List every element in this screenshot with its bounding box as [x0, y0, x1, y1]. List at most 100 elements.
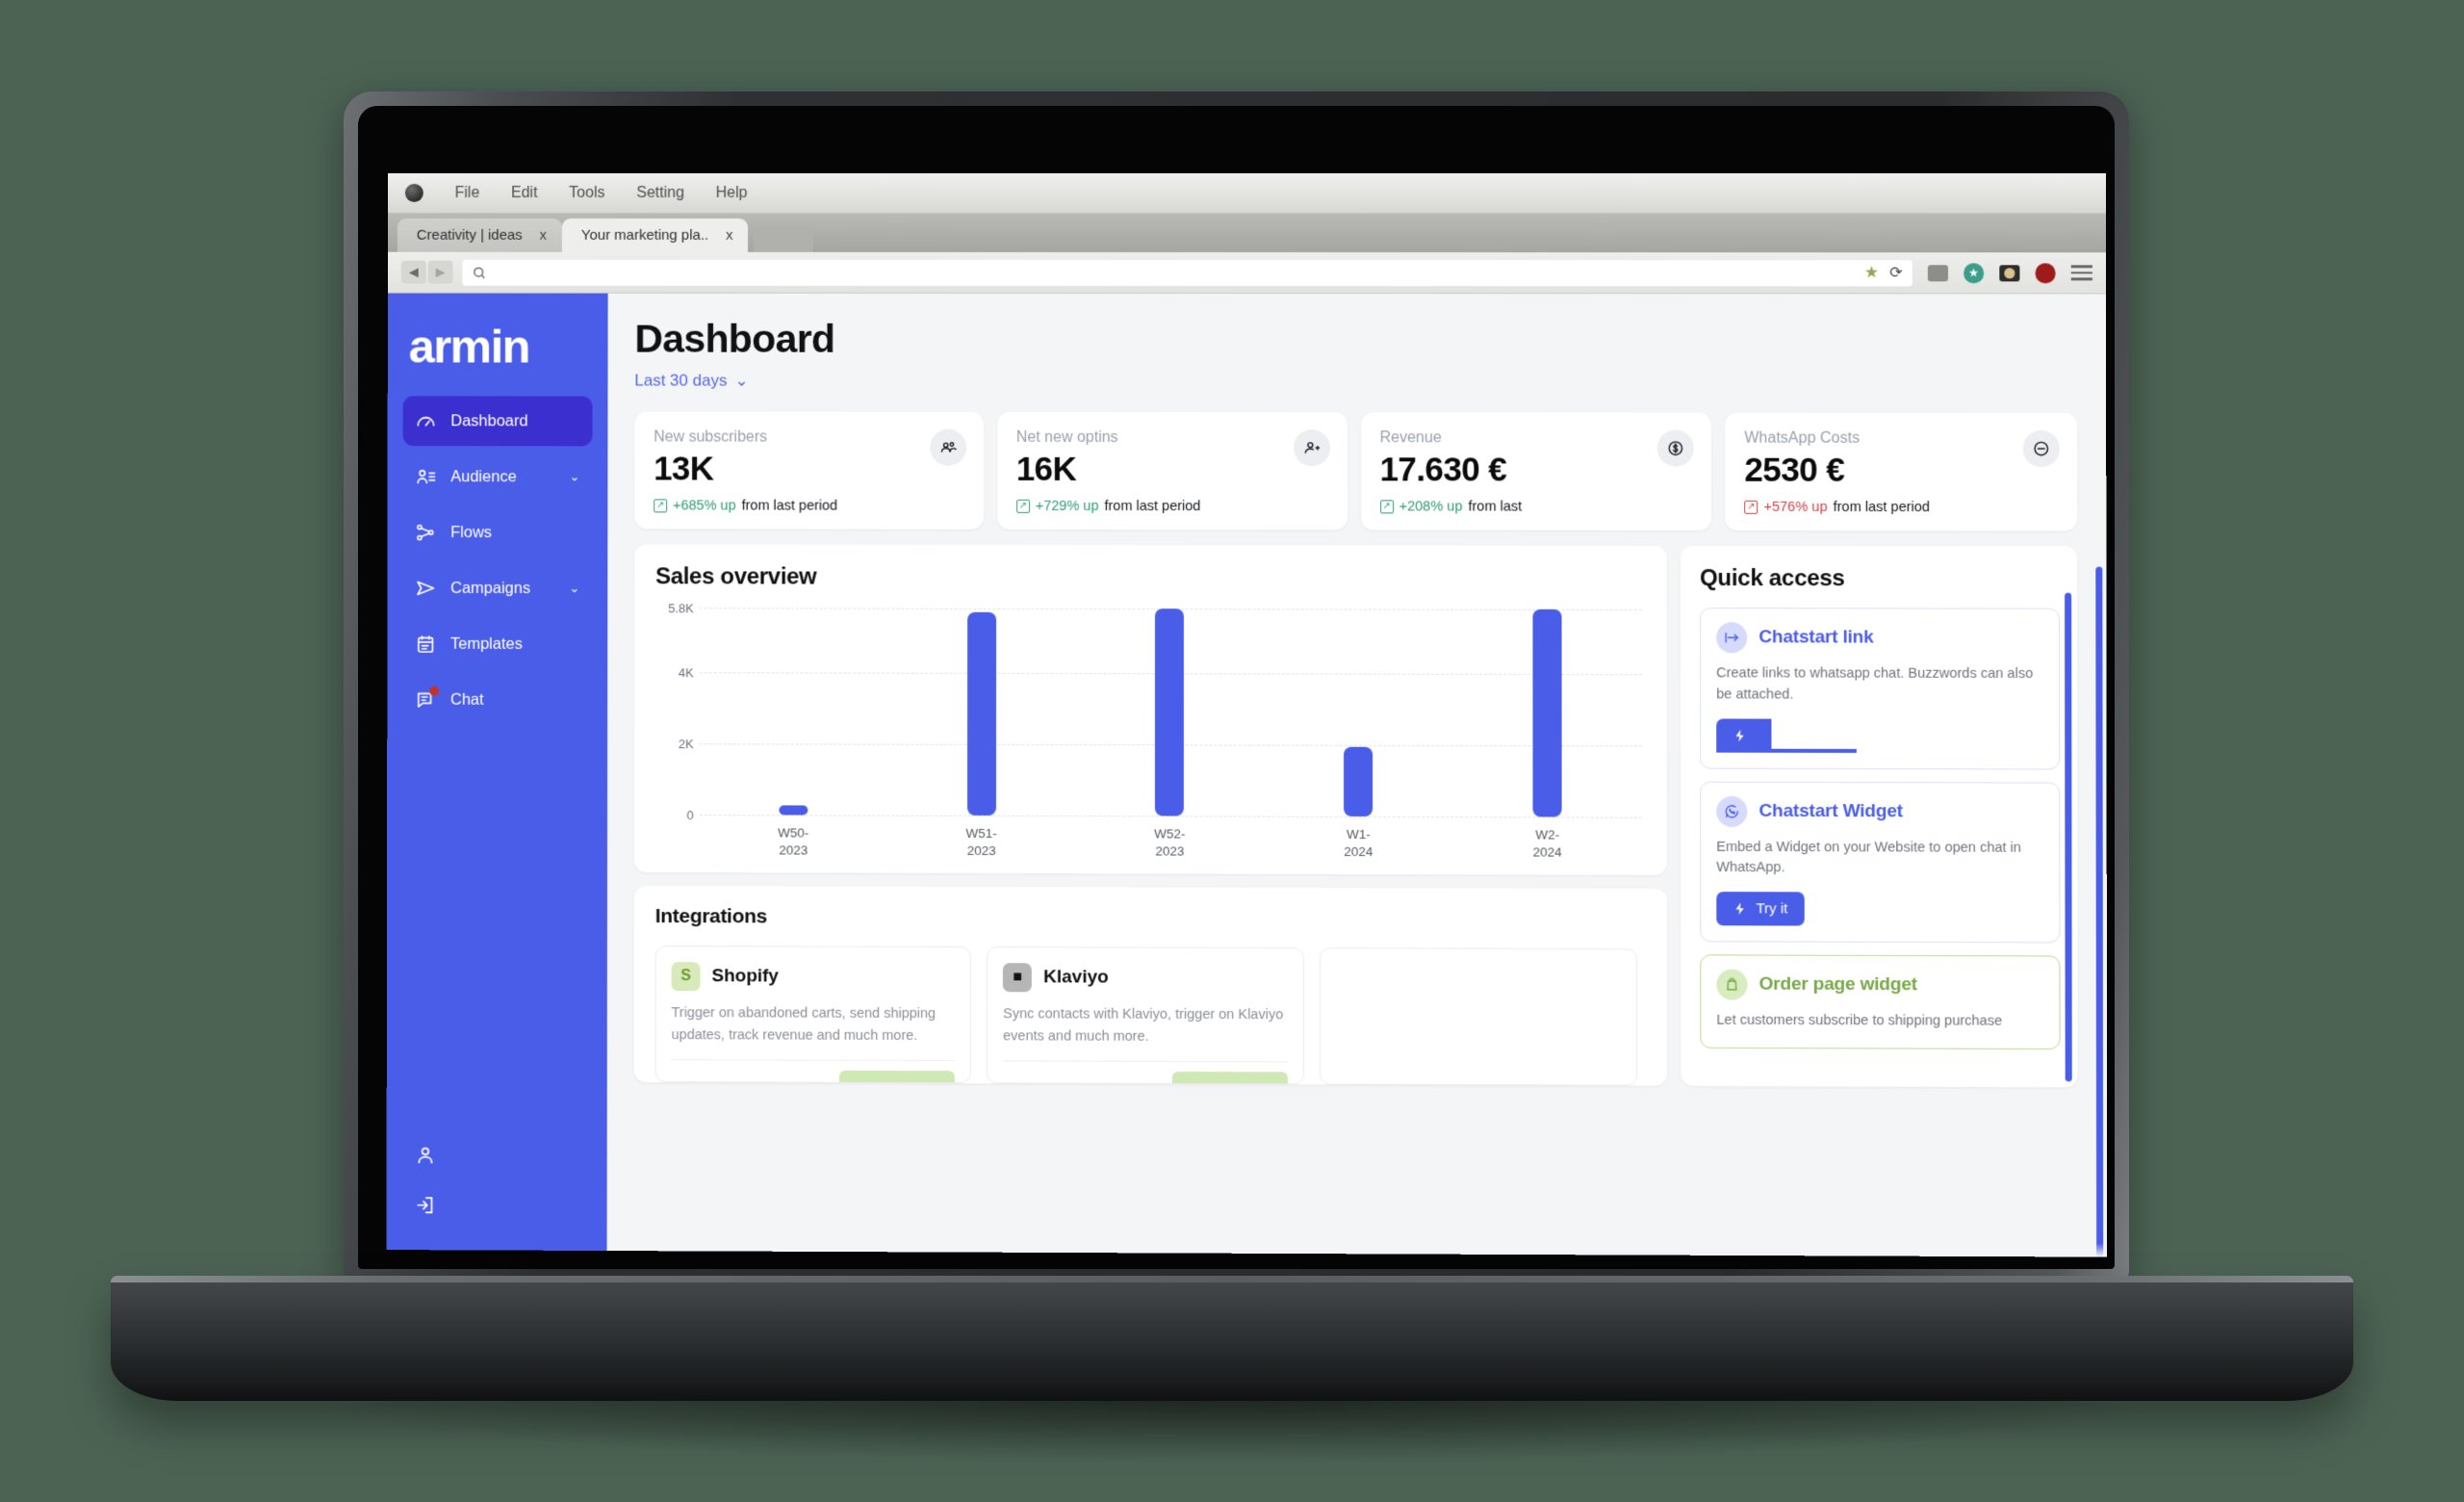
- chevron-down-icon[interactable]: ⌄: [570, 581, 580, 596]
- integration-card-klaviyo[interactable]: ■ Klaviyo Sync contacts with Klaviyo, tr…: [987, 946, 1304, 1085]
- window-menu-dot[interactable]: [404, 183, 424, 202]
- forward-icon[interactable]: ▶: [427, 260, 453, 284]
- integration-action-button[interactable]: [1171, 1072, 1288, 1084]
- quick-access-item-desc: Embed a Widget on your Website to open c…: [1716, 839, 2021, 876]
- tab-label: Your marketing pla..: [580, 226, 709, 244]
- flows-icon: [415, 522, 436, 543]
- kpi-delta-pct: +685% up: [673, 498, 736, 514]
- quick-access-header: Chatstart Widget: [1716, 795, 2043, 827]
- integrations-list: S Shopify Trigger on abandoned carts, se…: [654, 945, 1647, 1087]
- close-icon[interactable]: x: [523, 227, 562, 244]
- quick-access-try-button[interactable]: [1716, 717, 1772, 753]
- chart-bar-slot: [1264, 609, 1452, 816]
- kpi-card-revenue[interactable]: Revenue 17.630 € ↗ +208% up from last: [1360, 412, 1712, 531]
- sidebar-item-dashboard[interactable]: Dashboard: [402, 396, 593, 447]
- chart-bar[interactable]: [1532, 609, 1562, 817]
- chart-bar[interactable]: [779, 805, 808, 816]
- browser-tab-1[interactable]: Creativity | ideas x: [397, 218, 563, 252]
- back-icon[interactable]: ◀: [400, 260, 426, 284]
- chart-bar[interactable]: [1344, 746, 1373, 816]
- extension-record-icon[interactable]: [2035, 262, 2056, 283]
- quick-access-item-desc: Let customers subscribe to shipping purc…: [1716, 1012, 2003, 1029]
- integration-card-shopify[interactable]: S Shopify Trigger on abandoned carts, se…: [654, 945, 972, 1084]
- quick-access-scrollbar[interactable]: [2065, 592, 2072, 1082]
- kpi-delta: ↗ +208% up from last: [1379, 499, 1693, 515]
- sidebar-item-flows[interactable]: Flows: [402, 507, 592, 557]
- kpi-label: New subscribers: [654, 428, 768, 446]
- quick-access-item-chatstart-link[interactable]: Chatstart link Create links to whatsapp …: [1700, 608, 2061, 769]
- chart-x-tick: W50- 2023: [778, 825, 809, 858]
- shopify-bag-icon: [1716, 969, 1748, 1000]
- integration-card-partial[interactable]: [1319, 947, 1637, 1087]
- whatsapp-icon: [1716, 795, 1748, 827]
- chevron-down-icon: ⌄: [734, 371, 749, 390]
- sidebar-item-templates[interactable]: Templates: [402, 619, 592, 669]
- extension-cookie-icon[interactable]: [1999, 264, 2020, 281]
- clipboard-icon: [415, 634, 436, 655]
- sales-overview-title: Sales overview: [655, 563, 817, 590]
- sidebar-item-campaigns[interactable]: Campaigns ⌄: [402, 563, 592, 613]
- chart-bar-slot: [1075, 609, 1264, 816]
- tab-label: Creativity | ideas: [416, 226, 523, 244]
- chevron-down-icon[interactable]: ⌄: [570, 469, 580, 484]
- kpi-card-net-new-optins[interactable]: Net new optins 16K ↗ +729% up from last …: [996, 411, 1348, 531]
- menu-tools[interactable]: Tools: [569, 184, 604, 201]
- chart-bar-slot: [1452, 609, 1641, 817]
- kpi-label: Revenue: [1379, 429, 1442, 447]
- urlbar-actions: ★ ⟳: [1864, 263, 1903, 282]
- kpi-value: 17.630 €: [1379, 451, 1507, 489]
- date-range-label: Last 30 days: [634, 371, 728, 390]
- sidebar-item-chat[interactable]: Chat: [402, 675, 592, 725]
- kpi-label: Net new optins: [1015, 428, 1118, 446]
- integration-action-row: [671, 1061, 956, 1083]
- quick-access-try-button[interactable]: Try it: [1716, 892, 1805, 926]
- extension-star-icon[interactable]: ★: [1964, 262, 1985, 283]
- quick-access-list: Chatstart link Create links to whatsapp …: [1700, 608, 2061, 1049]
- url-input[interactable]: [494, 264, 1857, 281]
- laptop-mockup: File Edit Tools Setting Help Creativity …: [0, 0, 2464, 1502]
- bolt-icon: [1735, 902, 1744, 916]
- sales-overview-card: Sales overview 5.8K 4K 2K 0 W50- 2023 W51- 202…: [633, 544, 1668, 876]
- kpi-label: WhatsApp Costs: [1744, 429, 1861, 447]
- chart-y-tick: 2K: [678, 736, 694, 751]
- menu-edit[interactable]: Edit: [511, 184, 537, 201]
- sidebar-item-label: Flows: [450, 523, 493, 541]
- address-bar[interactable]: ★ ⟳: [462, 259, 1912, 286]
- date-range-dropdown[interactable]: Last 30 days ⌄: [634, 372, 748, 391]
- quick-access-item-title: Chatstart link: [1758, 627, 1874, 648]
- dollar-icon: [1657, 429, 1695, 467]
- menu-setting[interactable]: Setting: [636, 184, 684, 201]
- new-tab-button[interactable]: [754, 226, 814, 252]
- integration-desc: Sync contacts with Klaviyo, trigger on K…: [1003, 1006, 1284, 1045]
- user-icon[interactable]: [414, 1144, 591, 1172]
- chart-bar[interactable]: [1155, 609, 1185, 816]
- chart-x-tick: W2- 2024: [1532, 827, 1562, 860]
- kpi-delta: ↗ +576% up from last period: [1744, 500, 2058, 515]
- link-arrow-icon: [1716, 622, 1748, 654]
- menu-help[interactable]: Help: [716, 184, 748, 201]
- sidebar-item-audience[interactable]: Audience ⌄: [403, 452, 593, 502]
- browser-window: File Edit Tools Setting Help Creativity …: [386, 173, 2108, 1257]
- contacts-icon: [415, 466, 436, 487]
- left-column: Sales overview 5.8K 4K 2K 0 W50- 2023 W51- 202…: [633, 544, 1668, 1087]
- extension-blank-icon[interactable]: [1927, 264, 1949, 281]
- main-scrollbar[interactable]: [2095, 566, 2104, 1257]
- close-icon[interactable]: x: [708, 227, 748, 244]
- kpi-card-new-subscribers[interactable]: New subscribers 13K ↗ +685% up from last…: [634, 411, 984, 530]
- chart-bar[interactable]: [966, 611, 996, 816]
- hamburger-menu-icon[interactable]: [2070, 265, 2092, 281]
- quick-access-item-order-page-widget[interactable]: Order page widget Let customers subscrib…: [1700, 954, 2061, 1049]
- logout-icon[interactable]: [414, 1194, 591, 1222]
- integration-action-button[interactable]: [839, 1071, 956, 1083]
- sidebar-nav: Dashboard Audience ⌄ Flows Campaigns ⌄ T…: [402, 396, 593, 725]
- reload-icon[interactable]: ⟳: [1889, 263, 1902, 282]
- bookmark-star-icon[interactable]: ★: [1864, 263, 1879, 282]
- brand-logo[interactable]: armin: [403, 315, 593, 397]
- browser-tab-2[interactable]: Your marketing pla.. x: [561, 218, 749, 252]
- quick-access-item-chatstart-widget[interactable]: Chatstart Widget Embed a Widget on your …: [1700, 781, 2061, 944]
- trend-up-icon: ↗: [1015, 499, 1030, 513]
- menu-file[interactable]: File: [455, 184, 480, 201]
- kpi-card-whatsapp-costs[interactable]: WhatsApp Costs 2530 € ↗ +576% up from la…: [1725, 412, 2078, 531]
- trend-up-icon: ↗: [654, 499, 668, 513]
- quick-access-card: Quick access Chatstart link Create links…: [1680, 545, 2078, 1088]
